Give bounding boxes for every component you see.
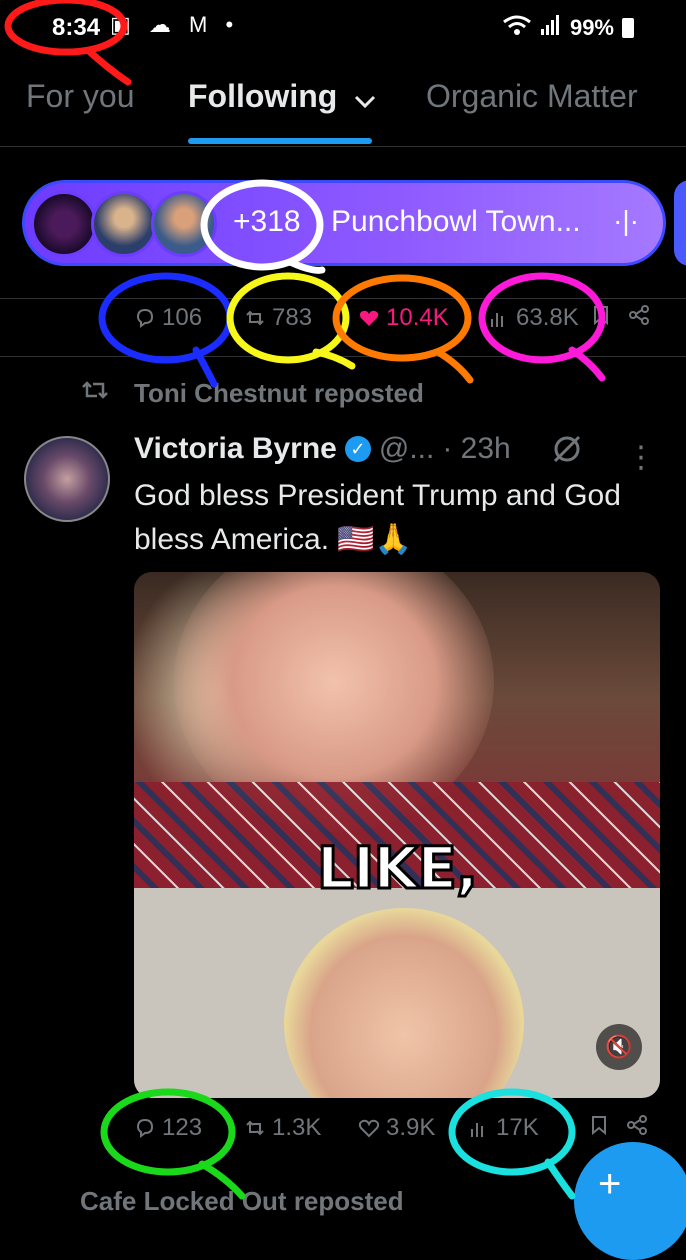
author-handle[interactable]: @... — [379, 432, 434, 466]
spaces-title: Punchbowl Town... — [331, 205, 581, 238]
post-time[interactable]: · 23h — [442, 432, 510, 466]
share-button[interactable] — [628, 304, 650, 326]
repost-button[interactable]: 1.3K — [244, 1114, 321, 1142]
repost-icon — [80, 378, 110, 409]
active-tab-indicator — [188, 138, 372, 144]
next-space-edge[interactable] — [674, 180, 686, 266]
views-icon — [491, 313, 503, 327]
tab-following-label: Following — [188, 78, 338, 114]
repost-icon — [246, 310, 264, 326]
signal-icon — [540, 14, 562, 42]
bookmark-icon — [592, 1116, 606, 1136]
spaces-avatar-punchbowl — [31, 191, 97, 257]
verified-badge-icon: ✓ — [344, 436, 371, 462]
reply-count: 106 — [162, 304, 203, 331]
audio-wave-icon: ·|· — [613, 205, 639, 236]
timeline-tabs: For you Following Organic Matter — [0, 70, 686, 147]
repost-count: 1.3K — [272, 1114, 322, 1141]
tab-organic-matter[interactable]: Organic Matter — [426, 78, 638, 115]
author-avatar[interactable] — [24, 436, 110, 522]
spaces-avatar-host — [91, 191, 157, 257]
status-right: 99% — [502, 14, 634, 42]
reply-icon — [136, 308, 154, 328]
grok-icon[interactable] — [550, 432, 584, 474]
repost-count: 783 — [272, 304, 313, 331]
repost-icon — [246, 1120, 264, 1136]
share-icon — [627, 1115, 647, 1135]
tab-following[interactable]: Following — [188, 78, 376, 117]
plus-icon: + — [598, 1162, 622, 1206]
like-button[interactable]: 10.4K — [358, 304, 449, 332]
tweet-header: Victoria Byrne ✓ @... · 23h — [134, 432, 511, 466]
mute-icon[interactable]: 🔇 — [596, 1024, 642, 1070]
heart-icon — [358, 1119, 380, 1138]
annotation-tail-bottom-views — [544, 1158, 576, 1200]
repost-banner[interactable]: Toni Chestnut reposted — [80, 378, 424, 409]
share-icon — [629, 305, 649, 325]
bookmark-button[interactable] — [588, 1114, 610, 1136]
chevron-down-icon — [354, 80, 376, 117]
status-notification-icons: ▣ ☁ M • — [110, 12, 240, 37]
author-name[interactable]: Victoria Byrne — [134, 432, 337, 466]
status-time: 8:34 — [52, 14, 101, 41]
tweet-text: God bless President Trump and God bless … — [134, 479, 621, 556]
like-count: 3.9K — [386, 1114, 436, 1141]
reply-button[interactable]: 123 — [134, 1114, 202, 1142]
share-button[interactable] — [626, 1114, 648, 1136]
heart-filled-icon — [359, 310, 379, 326]
repost-banner-text: Toni Chestnut reposted — [134, 378, 424, 408]
wifi-icon — [502, 14, 532, 42]
post-action-bar: 106 783 10.4K 63.8K — [0, 292, 686, 352]
spaces-bar[interactable]: +318 Punchbowl Town... ·|· — [22, 180, 666, 266]
tweet-action-bar: 123 1.3K 3.9K 17K — [0, 1102, 686, 1162]
like-count: 10.4K — [386, 304, 449, 331]
more-options-icon[interactable]: ⋮ — [626, 440, 656, 475]
battery-icon — [622, 18, 634, 38]
video-caption: LIKE, — [315, 833, 479, 904]
video-frame-bottom — [134, 888, 660, 1098]
reply-count: 123 — [162, 1114, 203, 1141]
tab-for-you[interactable]: For you — [26, 78, 134, 115]
battery-percent: 99% — [569, 15, 614, 40]
like-button[interactable]: 3.9K — [358, 1114, 435, 1142]
annotation-tail-views — [568, 346, 606, 382]
repost-button[interactable]: 783 — [244, 304, 312, 332]
view-count: 63.8K — [516, 304, 579, 331]
views-button[interactable]: 17K — [468, 1114, 539, 1142]
views-icon — [471, 1123, 483, 1137]
next-repost-banner[interactable]: Cafe Locked Out reposted — [80, 1186, 404, 1217]
tweet-video[interactable]: LIKE, 🔇 — [134, 572, 660, 1098]
annotation-tail-reposts — [312, 348, 356, 370]
bookmark-button[interactable] — [590, 304, 612, 326]
spaces-listener-count: +318 — [233, 205, 301, 238]
spaces-avatar-speaker — [151, 191, 217, 257]
video-face-bottom — [284, 908, 524, 1098]
compose-button[interactable]: + — [574, 1142, 686, 1260]
reply-icon — [136, 1118, 154, 1138]
bookmark-icon — [594, 306, 608, 326]
divider — [0, 356, 686, 357]
reply-button[interactable]: 106 — [134, 304, 202, 332]
views-button[interactable]: 63.8K — [488, 304, 579, 332]
view-count: 17K — [496, 1114, 539, 1141]
